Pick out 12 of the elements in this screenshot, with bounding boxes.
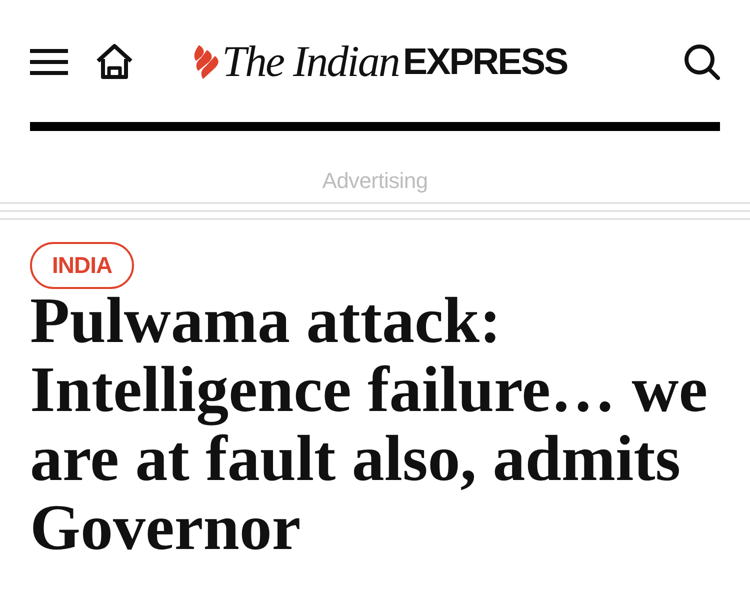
- search-icon: [684, 44, 720, 80]
- menu-icon: [30, 49, 68, 75]
- advertising-label: Advertising: [322, 167, 428, 195]
- headline: Pulwama attack: Intelligence failure… we are at fault also, admits Governor: [30, 287, 709, 563]
- home-icon: [96, 44, 133, 80]
- logo-wordmark-express: EXPRESS: [402, 42, 568, 82]
- logo-wordmark: The Indian: [222, 40, 399, 84]
- search-button[interactable]: [684, 44, 720, 80]
- menu-button[interactable]: [30, 49, 68, 75]
- category-tag[interactable]: INDIA: [30, 242, 134, 289]
- logo-link[interactable]: The IndianEXPRESS: [189, 42, 568, 82]
- home-button[interactable]: [96, 44, 133, 80]
